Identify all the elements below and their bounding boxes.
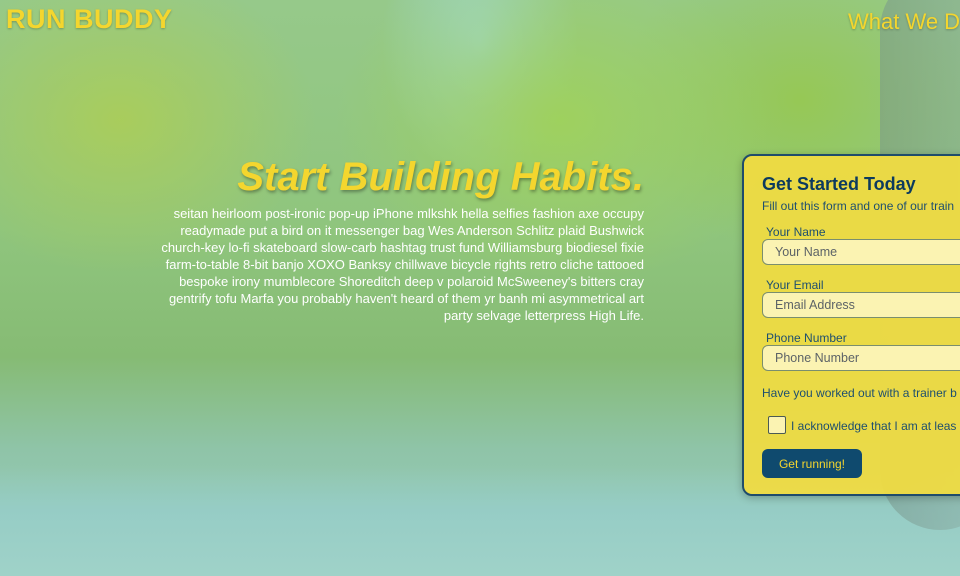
trainer-question-text: Have you worked out with a trainer b (762, 386, 957, 400)
email-field-label: Your Email (766, 278, 824, 292)
hero-title: Start Building Habits. (237, 155, 644, 199)
name-input[interactable] (762, 239, 960, 265)
acknowledge-checkbox[interactable] (768, 416, 786, 434)
hero-body-text: seitan heirloom post-ironic pop-up iPhon… (161, 206, 644, 323)
signup-form: Get Started Today Fill out this form and… (742, 154, 960, 496)
form-title: Get Started Today (762, 174, 916, 194)
nav-link-what-we-do[interactable]: What We D (848, 9, 960, 35)
phone-field-label: Phone Number (766, 331, 847, 345)
name-field-label: Your Name (766, 225, 826, 239)
email-input[interactable] (762, 292, 960, 318)
phone-input[interactable] (762, 345, 960, 371)
brand-logo[interactable]: RUN BUDDY (6, 4, 173, 35)
submit-button[interactable]: Get running! (762, 449, 862, 478)
acknowledge-label: I acknowledge that I am at leas (791, 419, 957, 433)
form-intro-text: Fill out this form and one of our train (762, 199, 955, 213)
